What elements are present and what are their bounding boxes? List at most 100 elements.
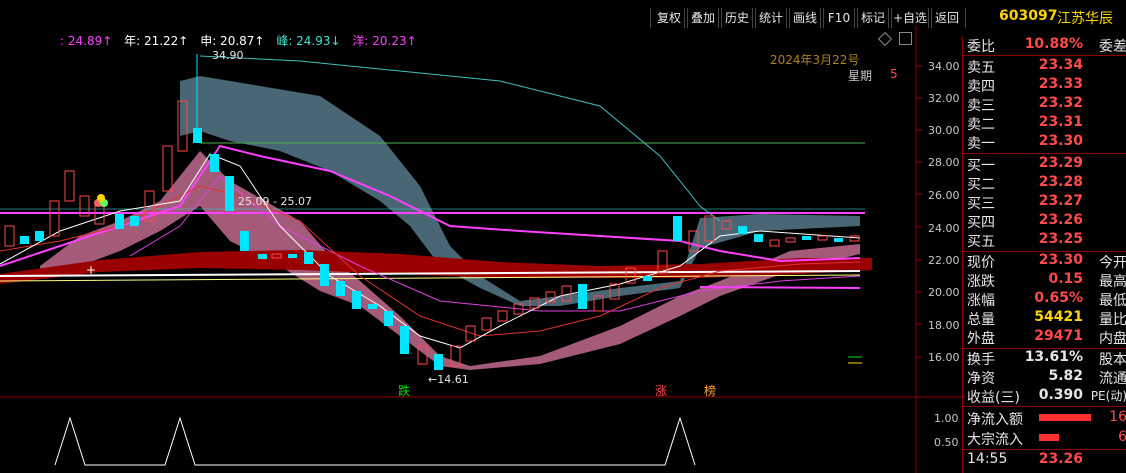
button-tongji[interactable]: 统计 bbox=[752, 8, 790, 28]
y-axis-label: 16.00 bbox=[928, 351, 960, 364]
sell-label: 卖二 bbox=[967, 117, 995, 133]
stat-label2: 最低 bbox=[1099, 293, 1126, 309]
sell-price: 23.34 bbox=[1038, 57, 1083, 73]
weekday-label: 星期 bbox=[848, 69, 873, 83]
stat-value: 29471 bbox=[1034, 328, 1083, 344]
flower-icon bbox=[94, 194, 108, 207]
tick-price: 23.26 bbox=[1038, 451, 1083, 467]
buy-row[interactable]: 买一 23.29 bbox=[967, 155, 1126, 174]
stat-label2: 股本 bbox=[1099, 352, 1126, 368]
stat-label2: 今开 bbox=[1099, 255, 1126, 271]
sell-price: 23.30 bbox=[1038, 133, 1083, 149]
stat-value: 0.65% bbox=[1034, 290, 1083, 306]
kline-chart[interactable] bbox=[0, 26, 965, 473]
stock-code: 603097 bbox=[999, 8, 1058, 24]
y-axis-label: 26.00 bbox=[928, 189, 960, 202]
flow-row: 净流入额 16 bbox=[967, 409, 1126, 428]
buy-label: 买三 bbox=[967, 196, 995, 212]
y-axis-label: 24.00 bbox=[928, 222, 960, 235]
stat-value: 0.15 bbox=[1048, 271, 1083, 287]
sell-row[interactable]: 卖五 23.34 bbox=[967, 57, 1126, 76]
y-axis-label: 30.00 bbox=[928, 124, 960, 137]
flow-row: 大宗流入 6 bbox=[967, 429, 1126, 448]
y-axis-label: 28.00 bbox=[928, 156, 960, 169]
sell-label: 卖五 bbox=[967, 60, 995, 76]
sub-indicator-line bbox=[54, 416, 696, 466]
buy-row[interactable]: 买五 23.25 bbox=[967, 231, 1126, 250]
stat-label2: 最高 bbox=[1099, 274, 1126, 290]
buy-price: 23.26 bbox=[1038, 212, 1083, 228]
stat-label: 涨跌 bbox=[967, 274, 995, 290]
buy-label: 买五 bbox=[967, 234, 995, 250]
buy-row[interactable]: 买三 23.27 bbox=[967, 193, 1126, 212]
stat-row: 总量 54421 量比 bbox=[967, 309, 1126, 328]
y-axis-label: 20.00 bbox=[928, 286, 960, 299]
buy-label: 买一 bbox=[967, 158, 995, 174]
buy-row[interactable]: 买二 23.28 bbox=[967, 174, 1126, 193]
high-price-label: 34.90 bbox=[212, 49, 244, 62]
stat-row: 现价 23.30 今开 bbox=[967, 252, 1126, 271]
tick-time: 14:55 bbox=[967, 451, 1008, 467]
flow-bar bbox=[1039, 414, 1091, 421]
weibi-value: 10.88% bbox=[1024, 36, 1083, 52]
sell-row[interactable]: 卖二 23.31 bbox=[967, 114, 1126, 133]
weibi-row: 委比 10.88% 委差 bbox=[967, 36, 1126, 55]
y-axis-label: 18.00 bbox=[928, 319, 960, 332]
stat-row: 涨跌 0.15 最高 bbox=[967, 271, 1126, 290]
weicha-label: 委差 bbox=[1099, 39, 1126, 55]
flow-label: 大宗流入 bbox=[967, 432, 1023, 448]
stat-label2: 量比 bbox=[1099, 312, 1126, 328]
stat-label2: 内盘 bbox=[1099, 331, 1126, 347]
y-axis-label: 34.00 bbox=[928, 60, 960, 73]
button-huaxian[interactable]: 画线 bbox=[786, 8, 824, 28]
stat-value: 5.82 bbox=[1048, 368, 1083, 384]
sell-price: 23.33 bbox=[1038, 76, 1083, 92]
button-biaoji[interactable]: 标记 bbox=[854, 8, 892, 28]
plus-marker: + bbox=[86, 263, 97, 277]
buy-price: 23.29 bbox=[1038, 155, 1083, 171]
button-diejia[interactable]: 叠加 bbox=[684, 8, 722, 28]
y-axis-label: 22.00 bbox=[928, 254, 960, 267]
stat-row: 净资 5.82 流通 bbox=[967, 368, 1126, 387]
low-price-label: ←14.61 bbox=[428, 373, 469, 386]
stat-label: 换手 bbox=[967, 352, 995, 368]
weibi-label: 委比 bbox=[967, 39, 995, 55]
sell-label: 卖一 bbox=[967, 136, 995, 152]
stat-label: 总量 bbox=[967, 312, 995, 328]
stat-row: 换手 13.61% 股本 bbox=[967, 349, 1126, 368]
sell-row[interactable]: 卖三 23.32 bbox=[967, 95, 1126, 114]
stat-label: 外盘 bbox=[967, 331, 995, 347]
stat-value: 0.390 bbox=[1038, 387, 1083, 403]
tag-zhang: 涨 bbox=[655, 384, 668, 398]
sell-price: 23.32 bbox=[1038, 95, 1083, 111]
stat-row: 涨幅 0.65% 最低 bbox=[967, 290, 1126, 309]
sell-row[interactable]: 卖四 23.33 bbox=[967, 76, 1126, 95]
stat-label: 净资 bbox=[967, 371, 995, 387]
button-zixuan[interactable]: +自选 bbox=[888, 8, 932, 28]
button-fuquan[interactable]: 复权 bbox=[650, 8, 688, 28]
stat-label: 涨幅 bbox=[967, 293, 995, 309]
buy-row[interactable]: 买四 23.26 bbox=[967, 212, 1126, 231]
stat-label: 现价 bbox=[967, 255, 995, 271]
tag-die: 跌 bbox=[398, 384, 411, 398]
buy-label: 买二 bbox=[967, 177, 995, 193]
stat-label2: 流通 bbox=[1099, 371, 1126, 387]
button-lishi[interactable]: 历史 bbox=[718, 8, 756, 28]
tick-row: 14:55 23.26 bbox=[967, 451, 1126, 470]
tag-bang: 榜 bbox=[704, 384, 717, 398]
flow-bar bbox=[1039, 434, 1059, 441]
buy-label: 买四 bbox=[967, 215, 995, 231]
stat-row: 外盘 29471 内盘 bbox=[967, 328, 1126, 347]
flow-label: 净流入额 bbox=[967, 412, 1023, 428]
flow-value: 6 bbox=[1118, 429, 1126, 445]
sub-axis-label: 1.00 bbox=[934, 412, 959, 425]
stat-row: 收益(三) 0.390 PE(动) bbox=[967, 387, 1126, 406]
stock-name: 江苏华辰 bbox=[1057, 11, 1113, 27]
sell-price: 23.31 bbox=[1038, 114, 1083, 130]
stat-value: 23.30 bbox=[1038, 252, 1083, 268]
button-fanhui[interactable]: 返回 bbox=[928, 8, 966, 28]
button-f10[interactable]: F10 bbox=[820, 8, 858, 28]
sell-label: 卖四 bbox=[967, 79, 995, 95]
sell-row[interactable]: 卖一 23.30 bbox=[967, 133, 1126, 152]
buy-price: 23.28 bbox=[1038, 174, 1083, 190]
